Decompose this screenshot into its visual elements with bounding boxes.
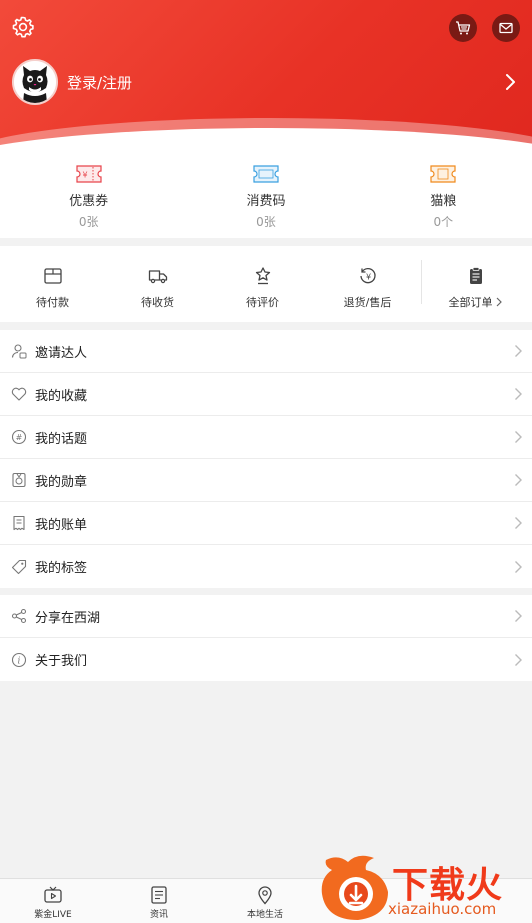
medal-icon (12, 472, 26, 488)
share-icon (11, 608, 27, 624)
chevron-right-icon (515, 345, 522, 357)
chevron-right-icon (515, 388, 522, 400)
flame-logo-icon (321, 855, 388, 920)
order-pending-receipt[interactable]: 待收货 (105, 246, 210, 322)
menu-item-invite[interactable]: 邀请达人 (0, 330, 532, 373)
tab-local-life[interactable]: 本地生活 (212, 879, 318, 923)
order-all[interactable]: 全部订单 (420, 246, 531, 322)
pending-payment-icon (43, 268, 62, 284)
login-register-link[interactable]: 登录/注册 (67, 72, 132, 93)
mail-icon (499, 22, 513, 34)
order-label: 待付款 (36, 296, 69, 309)
location-icon (258, 886, 272, 905)
order-pending-payment[interactable]: 待付款 (0, 246, 105, 322)
coupon-item[interactable]: ¥ 优惠券 0张 (0, 150, 177, 238)
coupon-count: 0张 (78, 215, 99, 229)
consume-code-icon (253, 165, 279, 183)
coupon-title: 优惠券 (69, 194, 109, 209)
chevron-right-icon[interactable] (503, 73, 517, 91)
chevron-right-icon (496, 297, 502, 307)
order-refund[interactable]: ¥ 退货/售后 (315, 246, 420, 322)
heart-icon (11, 387, 27, 401)
menu-label: 我的话题 (35, 431, 88, 447)
menu-label: 我的收藏 (35, 388, 88, 404)
orders-row: 待付款 待收货 待评价 ¥ 退货/售后 全部订单 (0, 246, 532, 322)
order-pending-review[interactable]: 待评价 (210, 246, 315, 322)
tab-news[interactable]: 资讯 (106, 879, 212, 923)
chevron-right-icon (515, 474, 522, 486)
cat-food-title: 猫粮 (430, 194, 457, 209)
menu-label: 邀请达人 (35, 345, 88, 361)
order-label: 待收货 (141, 296, 174, 309)
coupon-ticket-icon: ¥ (76, 165, 102, 183)
order-all-label: 全部订单 (449, 294, 503, 310)
news-icon (151, 886, 167, 904)
menu-item-favorites[interactable]: 我的收藏 (0, 373, 532, 416)
refund-icon: ¥ (359, 268, 376, 284)
order-label: 待评价 (246, 296, 279, 309)
cat-food-item[interactable]: 猫粮 0个 (355, 150, 532, 238)
menu-item-bills[interactable]: 我的账单 (0, 502, 532, 545)
menu-label: 关于我们 (35, 654, 88, 669)
tab-label: 紫金LIVE (34, 910, 72, 920)
svg-text:#: # (16, 433, 23, 442)
chevron-right-icon (515, 431, 522, 443)
consume-code-count: 0张 (256, 215, 276, 229)
all-orders-icon (469, 267, 482, 284)
gear-icon[interactable] (11, 15, 35, 39)
cat-avatar-icon (14, 61, 56, 103)
menu-item-topics[interactable]: # 我的话题 (0, 416, 532, 459)
menu-group-personal: 邀请达人 我的收藏 # 我的话题 我的勋章 我的账单 我的标签 (0, 330, 532, 588)
order-label: 退货/售后 (343, 296, 392, 309)
chevron-right-icon (515, 653, 522, 666)
avatar[interactable] (12, 59, 58, 105)
cart-icon (456, 21, 471, 35)
tv-icon (44, 886, 62, 903)
hashtag-icon: # (11, 429, 27, 445)
pending-receipt-icon (148, 270, 167, 284)
message-button[interactable] (492, 14, 520, 42)
watermark-url: xiazaihuo.com (388, 900, 497, 918)
chevron-right-icon (515, 517, 522, 529)
chevron-right-icon (515, 560, 522, 573)
tab-label: 本地生活 (246, 910, 283, 920)
chevron-right-icon (515, 610, 522, 622)
assets-row: ¥ 优惠券 0张 消费码 0张 猫粮 0个 (0, 150, 532, 238)
info-icon: i (11, 652, 27, 667)
consume-code-item[interactable]: 消费码 0张 (177, 150, 354, 238)
menu-label: 我的勋章 (35, 474, 88, 490)
menu-label: 我的标签 (35, 561, 88, 576)
tab-label: 资讯 (149, 910, 168, 920)
tag-icon (11, 559, 27, 574)
cart-button[interactable] (449, 14, 477, 42)
profile-header: 登录/注册 (0, 0, 532, 150)
cat-food-count: 0个 (433, 215, 454, 229)
menu-item-about[interactable]: i 关于我们 (0, 638, 532, 681)
menu-item-share[interactable]: 分享在西湖 (0, 595, 532, 638)
menu-label: 分享在西湖 (35, 610, 101, 626)
bill-icon (13, 515, 25, 531)
menu-label: 我的账单 (35, 517, 88, 533)
order-label: 全部订单 (448, 296, 493, 309)
svg-text:¥: ¥ (82, 171, 87, 180)
watermark: 下载火 xiazaihuo.com (318, 852, 532, 923)
cat-food-icon (430, 165, 456, 183)
menu-item-medals[interactable]: 我的勋章 (0, 459, 532, 502)
menu-group-about: 分享在西湖 i 关于我们 (0, 595, 532, 681)
menu-item-tags[interactable]: 我的标签 (0, 545, 532, 588)
consume-code-title: 消费码 (246, 194, 286, 209)
svg-text:i: i (18, 656, 21, 666)
invite-icon (11, 344, 27, 359)
pending-review-icon (255, 267, 270, 285)
svg-text:¥: ¥ (365, 273, 370, 282)
divider (421, 260, 422, 304)
tab-live[interactable]: 紫金LIVE (0, 879, 106, 923)
